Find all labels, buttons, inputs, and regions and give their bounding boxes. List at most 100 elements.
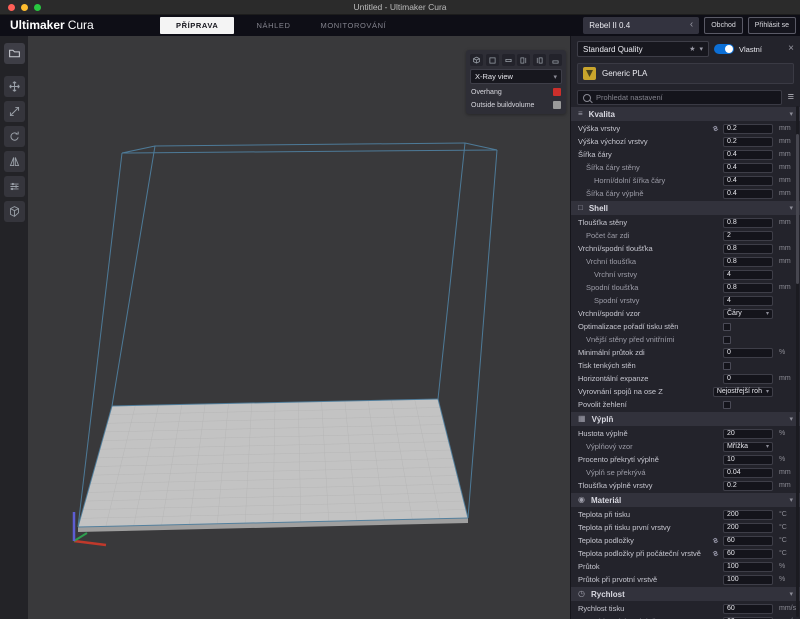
- setting-row: Rychlost tisku60mm/s: [571, 602, 800, 615]
- view-top-icon[interactable]: [502, 54, 515, 66]
- setting-value-input[interactable]: 0.8: [723, 244, 773, 254]
- setting-row: Vyrovnání spojů na ose ZNejostřejší roh▾: [571, 385, 800, 398]
- minimize-window-button[interactable]: [21, 4, 28, 11]
- setting-row: Povolit žehlení: [571, 398, 800, 411]
- setting-value-input[interactable]: 0: [723, 374, 773, 384]
- setting-row: Výplň se překrývá0.04mm: [571, 466, 800, 479]
- custom-settings-toggle[interactable]: [714, 44, 734, 54]
- setting-label: Výška vrstvy: [578, 124, 708, 133]
- setting-label: Výplňový vzor: [578, 442, 720, 451]
- setting-value-input[interactable]: 0.4: [723, 176, 773, 186]
- setting-dropdown[interactable]: Mřížka▾: [723, 442, 773, 452]
- marketplace-button[interactable]: Obchod: [704, 17, 743, 34]
- maximize-window-button[interactable]: [34, 4, 41, 11]
- setting-label: Tisk tenkých stěn: [578, 361, 720, 370]
- setting-row: Vrchní vrstvy4: [571, 268, 800, 281]
- scrollbar-thumb[interactable]: [796, 134, 799, 284]
- close-panel-icon[interactable]: ×: [788, 44, 794, 54]
- support-blocker-icon[interactable]: [4, 201, 25, 222]
- setting-value-input[interactable]: 100: [723, 575, 773, 585]
- open-file-icon[interactable]: [4, 43, 25, 64]
- setting-value-input[interactable]: 100: [723, 562, 773, 572]
- view-left-icon[interactable]: [517, 54, 530, 66]
- setting-value-input[interactable]: 2: [723, 231, 773, 241]
- setting-value-input[interactable]: 0.4: [723, 150, 773, 160]
- section-title: Kvalita: [589, 110, 615, 119]
- setting-value-input[interactable]: 4: [723, 270, 773, 280]
- setting-value-input[interactable]: 200: [723, 523, 773, 533]
- printer-selector[interactable]: Rebel II 0.4 ‹: [583, 17, 699, 34]
- settings-menu-icon[interactable]: ≡: [788, 92, 794, 103]
- view-bottom-icon[interactable]: [549, 54, 562, 66]
- setting-dropdown[interactable]: Čáry▾: [723, 309, 773, 319]
- setting-value-input[interactable]: 200: [723, 510, 773, 520]
- setting-value-input[interactable]: 0.2: [723, 481, 773, 491]
- setting-value-input[interactable]: 0.4: [723, 189, 773, 199]
- section-title: Výplň: [592, 415, 614, 424]
- section-title: Shell: [589, 204, 608, 213]
- tab-prepare[interactable]: PŘÍPRAVA: [160, 17, 234, 34]
- setting-row: Tloušťka výplně vrstvy0.2mm: [571, 479, 800, 492]
- view-front-icon[interactable]: [486, 54, 499, 66]
- rotate-icon[interactable]: [4, 126, 25, 147]
- search-placeholder: Prohledat nastavení: [596, 93, 663, 102]
- setting-row: Počet čar zdi2: [571, 229, 800, 242]
- mirror-icon[interactable]: [4, 151, 25, 172]
- setting-value-input[interactable]: 0.2: [723, 137, 773, 147]
- tab-preview[interactable]: NÁHLED: [248, 17, 298, 34]
- setting-row: Průtok při prvotní vrstvě100%: [571, 573, 800, 586]
- view-mode-dropdown[interactable]: X-Ray view ▾: [470, 69, 562, 84]
- setting-value-input[interactable]: 0.8: [723, 218, 773, 228]
- setting-checkbox[interactable]: [723, 401, 731, 409]
- settings-scrollbar[interactable]: [796, 106, 799, 617]
- setting-value-input[interactable]: 0.8: [723, 257, 773, 267]
- setting-unit: mm: [776, 151, 795, 158]
- view-right-icon[interactable]: [533, 54, 546, 66]
- view-3d-icon[interactable]: [470, 54, 483, 66]
- macos-titlebar: Untitled - Ultimaker Cura: [0, 0, 800, 15]
- setting-value-input[interactable]: 4: [723, 296, 773, 306]
- setting-value-input[interactable]: 20: [723, 429, 773, 439]
- setting-checkbox[interactable]: [723, 323, 731, 331]
- setting-unit: °C: [776, 524, 795, 531]
- chevron-down-icon: ▾: [789, 496, 793, 504]
- setting-label: Procento překrytí výplně: [578, 455, 720, 464]
- setting-label: Výška výchozí vrstvy: [578, 137, 720, 146]
- setting-value-input[interactable]: 10: [723, 455, 773, 465]
- setting-value-input[interactable]: 60: [723, 549, 773, 559]
- setting-value-input[interactable]: 0.2: [723, 124, 773, 134]
- setting-checkbox[interactable]: [723, 362, 731, 370]
- viewport-3d[interactable]: X-Ray view ▾ OverhangOutside buildvolume: [28, 36, 570, 619]
- signin-button[interactable]: Přihlásit se: [748, 17, 796, 34]
- setting-value-input[interactable]: 0.8: [723, 283, 773, 293]
- setting-label: Horizontální expanze: [578, 374, 720, 383]
- scale-icon[interactable]: [4, 101, 25, 122]
- setting-row: Výška vrstvy0.2mm: [571, 122, 800, 135]
- setting-dropdown[interactable]: Nejostřejší roh▾: [713, 387, 773, 397]
- chevron-down-icon: ▾: [766, 310, 769, 317]
- section-header-quality[interactable]: ≡Kvalita▾: [571, 107, 800, 121]
- section-header-speed[interactable]: ◷Rychlost▾: [571, 587, 800, 601]
- material-selector[interactable]: Generic PLA: [577, 63, 794, 84]
- setting-label: Spodní tloušťka: [578, 283, 720, 292]
- link-icon: [711, 549, 720, 558]
- settings-search-input[interactable]: Prohledat nastavení: [577, 90, 782, 105]
- tab-monitor[interactable]: MONITOROVÁNÍ: [312, 17, 394, 34]
- section-header-material[interactable]: ◉Materiál▾: [571, 493, 800, 507]
- setting-value-input[interactable]: 0.4: [723, 163, 773, 173]
- setting-value-input[interactable]: 0: [723, 348, 773, 358]
- profile-dropdown[interactable]: Standard Quality ★ ▾: [577, 41, 709, 57]
- infill-icon: ▦: [578, 415, 586, 423]
- setting-value-input[interactable]: 60: [723, 536, 773, 546]
- setting-unit: °C: [776, 537, 795, 544]
- section-header-shell[interactable]: □Shell▾: [571, 201, 800, 215]
- move-icon[interactable]: [4, 76, 25, 97]
- per-model-settings-icon[interactable]: [4, 176, 25, 197]
- setting-value-input[interactable]: 60: [723, 604, 773, 614]
- section-header-infill[interactable]: ▦Výplň▾: [571, 412, 800, 426]
- setting-label: Tloušťka stěny: [578, 218, 720, 227]
- setting-checkbox[interactable]: [723, 336, 731, 344]
- setting-label: Vrchní/spodní vzor: [578, 309, 720, 318]
- close-window-button[interactable]: [8, 4, 15, 11]
- setting-value-input[interactable]: 0.04: [723, 468, 773, 478]
